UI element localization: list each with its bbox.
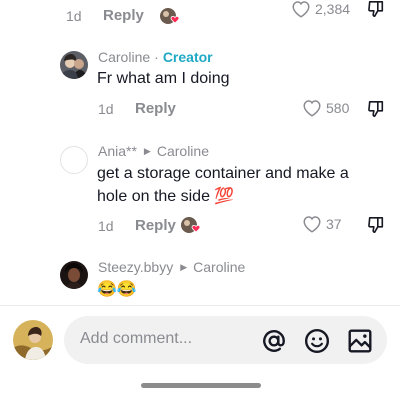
comment-header: Steezy.bbyy ▶ Caroline bbox=[98, 259, 245, 275]
creator-liked-icon bbox=[181, 217, 201, 235]
comment-time: 1d bbox=[98, 101, 114, 117]
like-button[interactable]: 2,384 bbox=[291, 0, 350, 18]
username[interactable]: Ania** bbox=[98, 143, 137, 159]
comment-header: Caroline · Creator bbox=[98, 49, 213, 65]
reply-arrow-icon: ▶ bbox=[180, 261, 188, 272]
like-count: 37 bbox=[326, 216, 342, 232]
reply-button[interactable]: Reply bbox=[135, 100, 176, 117]
dislike-icon bbox=[368, 0, 384, 18]
comment-text-line: get a storage container and make a bbox=[97, 165, 349, 182]
username[interactable]: Steezy.bbyy bbox=[98, 259, 173, 275]
comment-header: Ania** ▶ Caroline bbox=[98, 143, 209, 159]
dislike-button[interactable] bbox=[366, 0, 386, 23]
separator-dot: · bbox=[154, 49, 159, 65]
like-count: 580 bbox=[326, 100, 350, 116]
heart-icon bbox=[303, 216, 321, 233]
dislike-button[interactable] bbox=[366, 216, 386, 239]
like-button[interactable]: 580 bbox=[302, 99, 349, 117]
dislike-button[interactable] bbox=[366, 100, 386, 123]
creator-badge: Creator bbox=[162, 49, 213, 65]
username[interactable]: Caroline bbox=[98, 49, 150, 65]
comment-input-placeholder: Add comment... bbox=[80, 330, 193, 347]
reply-to-username[interactable]: Caroline bbox=[157, 143, 209, 159]
dislike-icon bbox=[368, 100, 384, 118]
dislike-icon bbox=[368, 216, 384, 234]
like-count: 2,384 bbox=[315, 1, 351, 17]
reply-button[interactable]: Reply bbox=[135, 217, 176, 234]
comment-time: 1d bbox=[66, 8, 82, 24]
heart-icon bbox=[303, 100, 321, 117]
user-avatar[interactable] bbox=[13, 320, 53, 360]
emoji-icon[interactable] bbox=[304, 328, 330, 359]
reply-to-username[interactable]: Caroline bbox=[193, 259, 245, 275]
reply-arrow-icon: ▶ bbox=[143, 145, 151, 156]
comment-text: get a storage container and make a hole … bbox=[97, 162, 349, 208]
comment-time: 1d bbox=[98, 218, 114, 234]
reply-button[interactable]: Reply bbox=[103, 7, 144, 24]
comment-text: Fr what am I doing bbox=[97, 70, 230, 87]
image-icon[interactable] bbox=[347, 328, 373, 359]
at-icon[interactable] bbox=[261, 328, 287, 359]
divider bbox=[0, 305, 400, 306]
comment-input[interactable]: Add comment... bbox=[64, 316, 387, 364]
home-indicator[interactable] bbox=[141, 383, 261, 388]
creator-liked-icon bbox=[160, 8, 180, 26]
like-button[interactable]: 37 bbox=[302, 215, 342, 233]
avatar[interactable] bbox=[60, 146, 88, 174]
comment-text-line: hole on the side 💯 bbox=[97, 188, 235, 205]
avatar[interactable] bbox=[60, 261, 88, 289]
avatar[interactable] bbox=[60, 51, 88, 79]
comment-text: 😂😂 bbox=[97, 281, 137, 298]
heart-icon bbox=[292, 1, 310, 18]
